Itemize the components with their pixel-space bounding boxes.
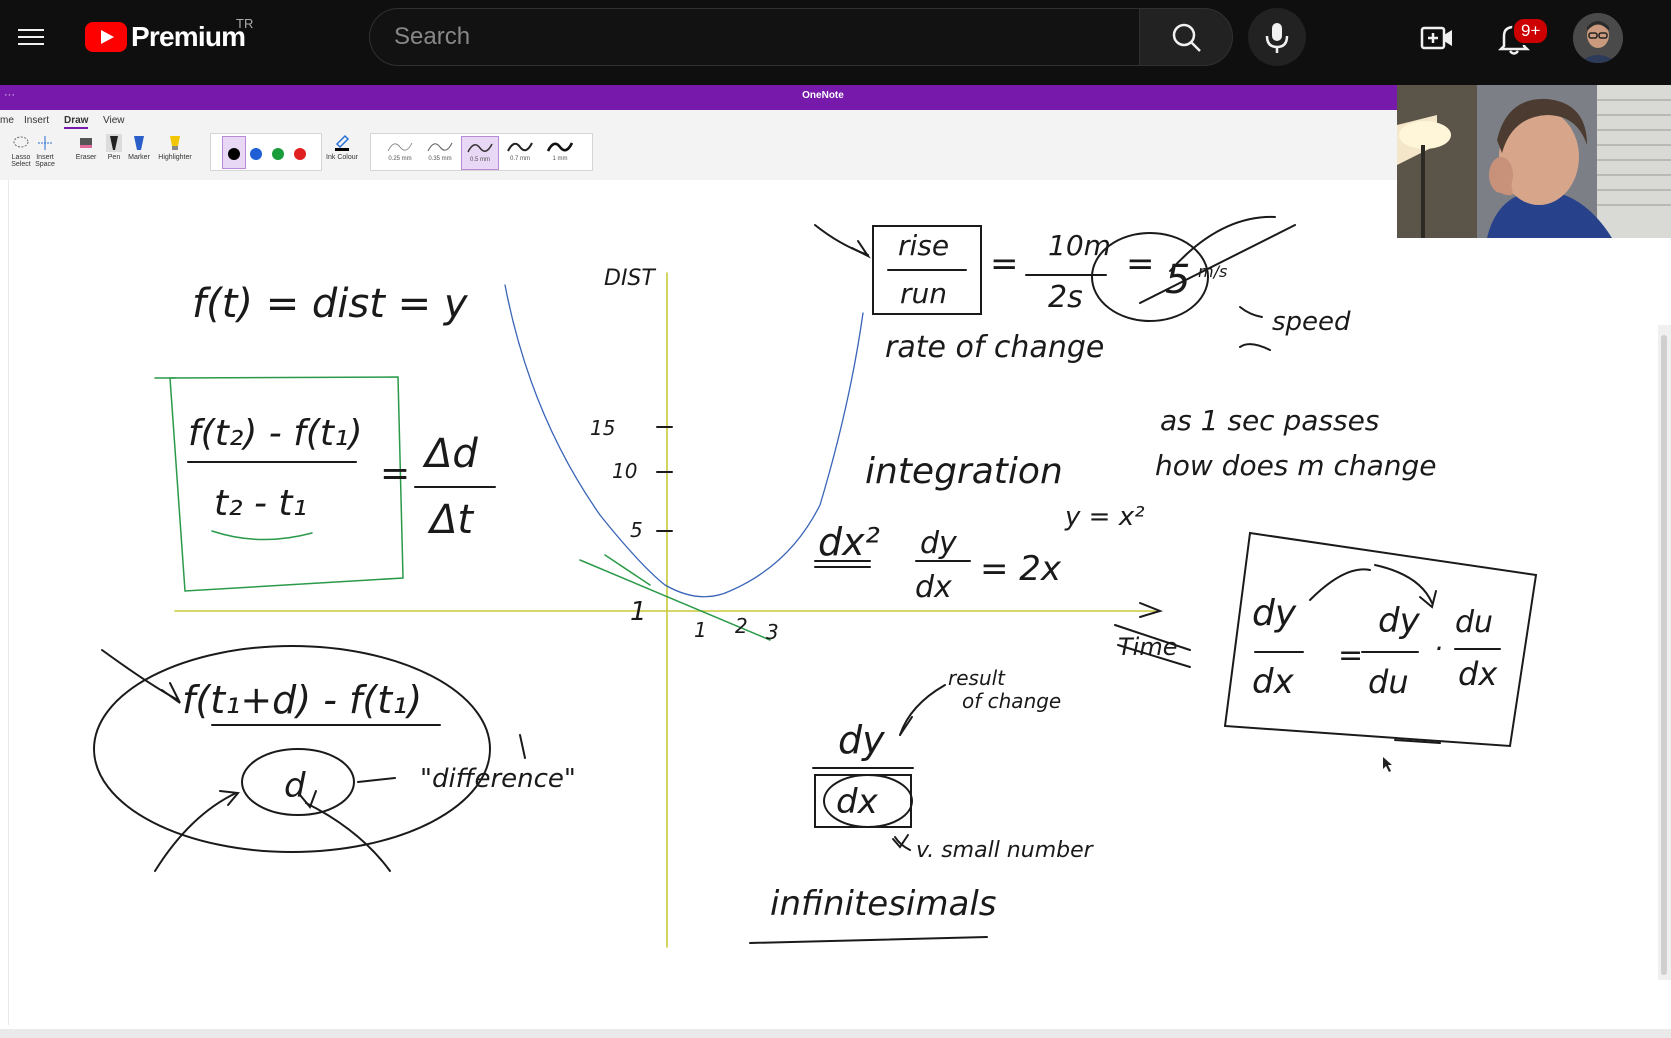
as-one-sec-label: as 1 sec passes: [1160, 404, 1379, 437]
rise-label: rise: [898, 229, 949, 262]
equals-2: =: [1126, 244, 1155, 284]
ten-m-label: 10m: [1048, 229, 1111, 262]
cursor-icon: [1383, 757, 1392, 772]
dy-bottom-label: dy: [838, 718, 885, 762]
onenote-window: ··· OneNote me Insert Draw View Lasso Se…: [0, 85, 1671, 1038]
of-change-label: of change: [962, 689, 1061, 713]
delta-d-label: Δd: [422, 431, 478, 477]
equals-4: =: [1338, 638, 1363, 673]
notification-badge: 9+: [1512, 17, 1550, 45]
m-per-s-label: m/s: [1198, 262, 1227, 281]
y-tick-15: 15: [590, 416, 615, 440]
integration-label: integration: [865, 451, 1063, 492]
scrollbar-thumb[interactable]: [1661, 335, 1667, 975]
dx-label: dx: [915, 570, 952, 605]
x-tick-3: 3: [766, 620, 779, 644]
ft2-minus-ft1: f(t₂) - f(t₁): [188, 413, 363, 454]
five-label: 5: [1165, 257, 1190, 303]
dx-squared-label: dx²: [818, 520, 880, 564]
chain-dy-2: dy: [1378, 601, 1421, 641]
webcam-feed: [1397, 85, 1671, 238]
search-button[interactable]: [1139, 8, 1233, 66]
delta-t-label: Δt: [427, 497, 474, 543]
y-tick-5: 5: [630, 518, 643, 542]
f-definition: f(t) = dist = y: [192, 281, 469, 327]
two-s-label: 2s: [1048, 280, 1083, 315]
search-box: [369, 8, 1139, 66]
chain-dy-1: dy: [1252, 593, 1297, 634]
rate-of-change-label: rate of change: [885, 330, 1104, 365]
how-does-label: how does m change: [1155, 449, 1437, 482]
webcam-overlay: [1397, 85, 1671, 238]
equals-2x-label: = 2x: [980, 549, 1062, 589]
result-label: result: [948, 666, 1006, 690]
video-add-icon: [1420, 26, 1452, 50]
dot-operator: ·: [1434, 632, 1443, 665]
y-tick-10: 10: [612, 459, 637, 483]
microphone-icon: [1265, 23, 1289, 53]
country-code: TR: [236, 16, 254, 31]
parabola-curve: [504, 284, 864, 598]
time-axis-label: Time: [1118, 633, 1177, 661]
create-button[interactable]: [1418, 20, 1458, 56]
difference-label: "difference": [420, 764, 576, 794]
y-equals-x2-label: y = x²: [1064, 502, 1145, 532]
x-tick-neg: 1: [630, 597, 647, 627]
ft1-plus-d: f(t₁+d) - f(t₁): [182, 678, 422, 722]
t2-minus-t1: t₂ - t₁: [214, 483, 307, 524]
dx-bottom-label: dx: [836, 782, 879, 822]
equals-3: =: [380, 453, 410, 494]
search-input[interactable]: [370, 9, 1139, 65]
chain-dx-1: dx: [1252, 662, 1295, 702]
youtube-logo[interactable]: Premium: [85, 21, 246, 52]
dy-label: dy: [920, 526, 958, 561]
x-tick-1: 1: [694, 618, 707, 642]
play-icon: [85, 22, 127, 52]
chain-dx-2: dx: [1458, 655, 1498, 693]
chain-du-2: du: [1455, 605, 1493, 640]
run-label: run: [900, 277, 947, 310]
logo-text: Premium: [131, 21, 246, 52]
v-small-number-label: v. small number: [916, 838, 1095, 863]
equals-1: =: [990, 244, 1019, 284]
infinitesimals-label: infinitesimals: [770, 884, 996, 924]
youtube-header: Premium TR 9+: [0, 0, 1671, 80]
dist-axis-label: DIST: [604, 266, 656, 291]
voice-search-button[interactable]: [1248, 8, 1306, 66]
menu-icon[interactable]: [14, 20, 48, 54]
chain-du-1: du: [1368, 663, 1409, 701]
search-icon: [1172, 23, 1201, 52]
d-label: d: [284, 766, 306, 806]
avatar[interactable]: [1573, 13, 1623, 63]
infinitesimals-underline: [749, 936, 988, 944]
speed-label: speed: [1272, 307, 1351, 337]
vertical-scrollbar[interactable]: [1658, 325, 1671, 980]
horizontal-scrollbar[interactable]: [0, 1029, 1671, 1038]
x-tick-2: 2: [735, 614, 748, 638]
